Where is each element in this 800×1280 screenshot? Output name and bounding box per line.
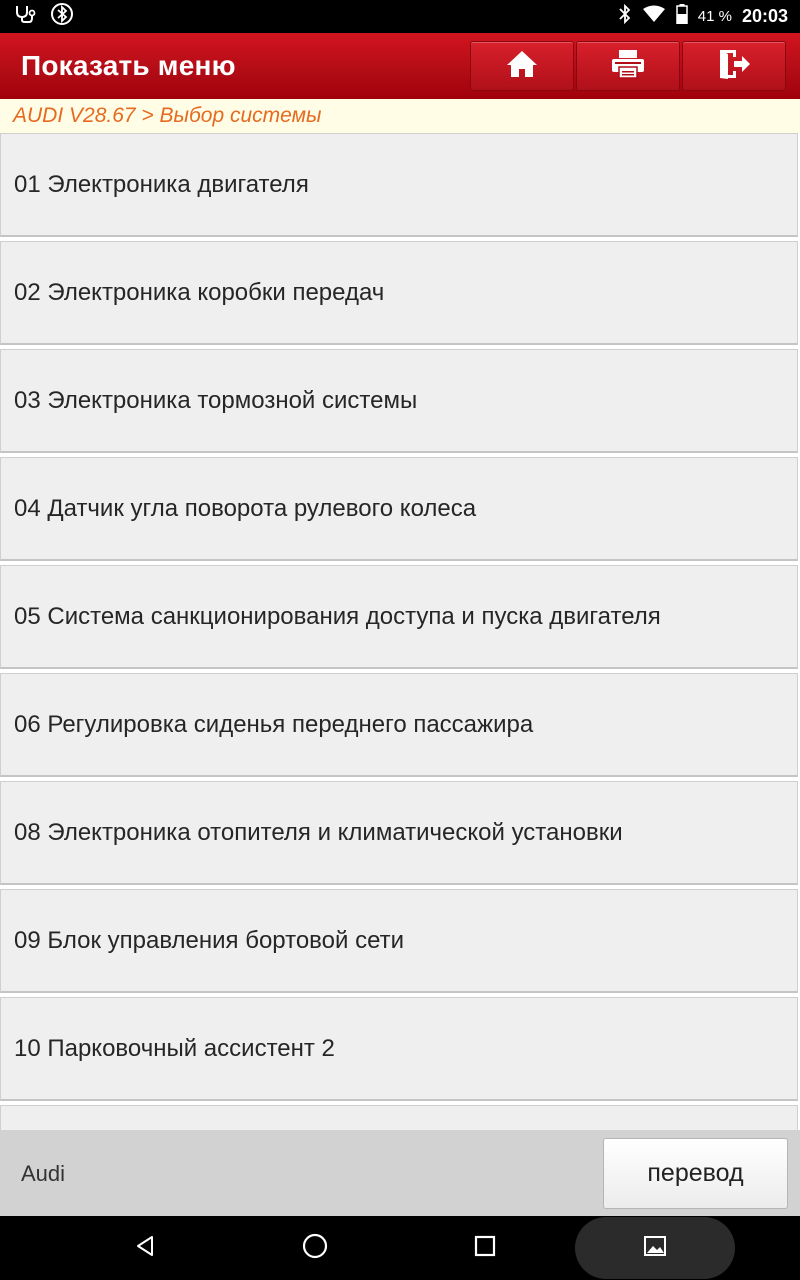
breadcrumb: AUDI V28.67 > Выбор системы [0,99,800,133]
list-item-06[interactable]: 06 Регулировка сиденья переднего пассажи… [0,673,798,777]
print-button[interactable] [576,41,680,91]
bluetooth-icon [618,3,632,29]
recent-apps-button[interactable] [450,1216,520,1280]
print-icon [610,48,646,85]
exit-icon [716,48,752,85]
navigation-bar [0,1216,800,1280]
recent-apps-icon [473,1234,497,1263]
screenshot-icon [643,1235,667,1262]
page-title: Показать меню [21,50,236,81]
list-item-09[interactable]: 09 Блок управления бортовой сети [0,889,798,993]
list-item-02[interactable]: 02 Электроника коробки передач [0,241,798,345]
stethoscope-icon [14,4,36,29]
status-bar: 41 % 20:03 [0,0,800,33]
home-button[interactable] [470,41,574,91]
list-item-05[interactable]: 05 Система санкционирования доступа и пу… [0,565,798,669]
list-item-03[interactable]: 03 Электроника тормозной системы [0,349,798,453]
exit-button[interactable] [682,41,786,91]
list-item-10[interactable]: 10 Парковочный ассистент 2 [0,997,798,1101]
wifi-icon [642,5,666,28]
vehicle-label: Audi [21,1161,66,1186]
clock: 20:03 [741,6,788,26]
home-icon [505,49,539,84]
nav-home-button[interactable] [280,1216,350,1280]
back-button[interactable] [110,1216,180,1280]
back-icon [133,1234,157,1263]
app-header: Показать меню [0,33,800,99]
battery-icon [676,4,688,29]
translate-button[interactable]: перевод [603,1138,788,1209]
bottom-bar: Audi перевод [0,1130,800,1216]
battery-percent: 41 % [697,8,732,25]
screenshot-button[interactable] [575,1217,735,1279]
system-list: 01 Электроника двигателя 02 Электроника … [0,133,800,1130]
list-item-01[interactable]: 01 Электроника двигателя [0,133,798,237]
list-item-04[interactable]: 04 Датчик угла поворота рулевого колеса [0,457,798,561]
home-circle-icon [301,1232,329,1265]
list-item-08[interactable]: 08 Электроника отопителя и климатической… [0,781,798,885]
list-item-partial[interactable] [0,1105,798,1130]
bluetooth-circle-icon [50,2,74,31]
